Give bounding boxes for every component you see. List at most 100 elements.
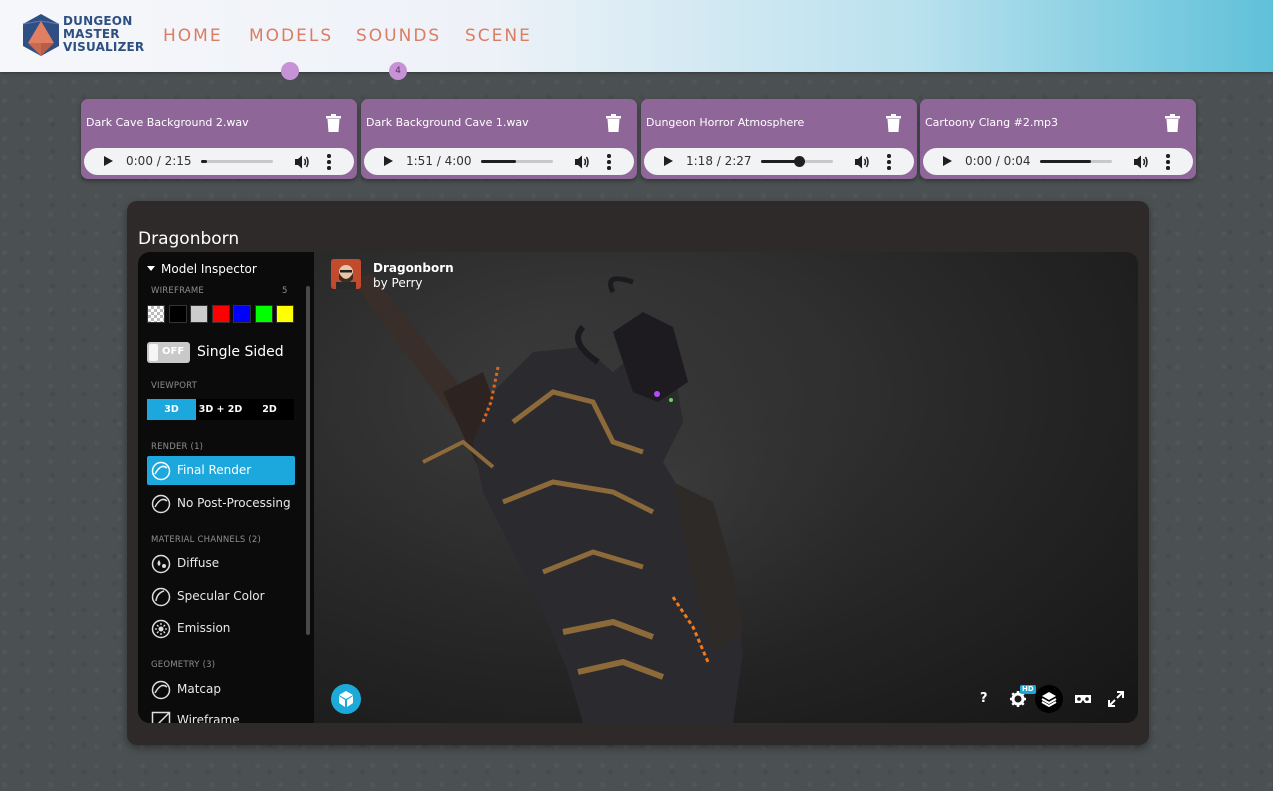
volume-icon[interactable] — [854, 154, 870, 170]
wireframe-color-swatch[interactable] — [254, 305, 273, 323]
audio-seek-knob[interactable] — [794, 156, 806, 167]
fullscreen-icon[interactable] — [1106, 689, 1126, 709]
render-sphere-icon — [151, 461, 171, 481]
volume-icon[interactable] — [294, 154, 310, 170]
sound-title: Dark Background Cave 1.wav — [366, 116, 529, 129]
material-diffuse[interactable]: Diffuse — [147, 549, 295, 578]
render-section-label: RENDER (1) — [151, 442, 204, 452]
viewport-3d-2d-button[interactable]: 3D + 2D — [196, 399, 245, 420]
model-viewer[interactable]: Model Inspector WIREFRAME 5 OFF Single S… — [138, 252, 1138, 723]
play-icon[interactable] — [384, 156, 393, 166]
material-section-label: MATERIAL CHANNELS (2) — [151, 535, 262, 545]
material-emission[interactable]: Emission — [147, 614, 295, 643]
navbar: DUNGEON MASTER VISUALIZER HOME MODELS SO… — [0, 0, 1273, 72]
viewport-3d-button[interactable]: 3D — [147, 399, 196, 420]
render-no-post-processing[interactable]: No Post-Processing — [147, 489, 295, 518]
wireframe-color-swatch[interactable] — [190, 305, 208, 323]
play-icon[interactable] — [104, 156, 113, 166]
hd-badge: HD — [1020, 685, 1036, 694]
logo-wordmark: DUNGEON MASTER VISUALIZER — [63, 14, 145, 54]
wireframe-color-swatch[interactable] — [147, 305, 165, 323]
nav-scene[interactable]: SCENE — [465, 26, 532, 46]
matcap-sphere-icon — [151, 680, 171, 700]
more-options-icon[interactable] — [887, 154, 891, 170]
vr-headset-icon[interactable] — [1073, 689, 1093, 709]
material-specular-color[interactable]: Specular Color — [147, 582, 295, 611]
wireframe-color-swatch[interactable] — [211, 305, 230, 323]
viewport-2d-button[interactable]: 2D — [245, 399, 294, 420]
volume-icon[interactable] — [1133, 154, 1149, 170]
delete-sound-trash-icon[interactable] — [1165, 114, 1180, 132]
sound-card: Dungeon Horror Atmosphere 1:18 / 2:27 — [641, 99, 917, 179]
single-sided-label: Single Sided — [197, 344, 284, 360]
sound-card: Dark Cave Background 2.wav 0:00 / 2:15 — [81, 99, 357, 179]
delete-sound-trash-icon[interactable] — [326, 114, 341, 132]
model-inspector-panel: Model Inspector WIREFRAME 5 OFF Single S… — [138, 252, 314, 723]
play-icon[interactable] — [943, 156, 952, 166]
delete-sound-trash-icon[interactable] — [606, 114, 621, 132]
model-author[interactable]: by Perry — [373, 276, 422, 290]
sound-card: Dark Background Cave 1.wav 1:51 / 4:00 — [361, 99, 637, 179]
audio-seek-bar[interactable] — [1040, 160, 1112, 163]
geometry-matcap[interactable]: Matcap — [147, 675, 295, 704]
specular-sphere-icon — [151, 587, 171, 607]
audio-seek-bar[interactable] — [481, 160, 553, 163]
audio-player[interactable]: 1:51 / 4:00 — [364, 148, 634, 175]
geometry-wireframe[interactable]: Wireframe — [147, 706, 295, 723]
model-card: Dragonborn Model Inspector WIREFRAME 5 O… — [127, 201, 1149, 745]
toggle-knob — [149, 344, 158, 361]
audio-player[interactable]: 1:18 / 2:27 — [644, 148, 914, 175]
audio-progress-fill — [1040, 160, 1092, 163]
wireframe-section-label: WIREFRAME — [151, 286, 204, 296]
sounds-count-badge: 4 — [389, 62, 407, 80]
audio-time: 0:00 / 0:04 — [965, 154, 1031, 168]
model-name[interactable]: Dragonborn — [373, 261, 454, 275]
caret-down-icon — [147, 266, 155, 271]
model-render[interactable] — [313, 252, 1138, 723]
author-avatar[interactable] — [331, 259, 361, 289]
wireframe-square-icon — [151, 711, 171, 723]
audio-progress-fill — [201, 160, 207, 163]
audio-player[interactable]: 0:00 / 2:15 — [84, 148, 354, 175]
sound-card: Cartoony Clang #2.mp3 0:00 / 0:04 — [920, 99, 1196, 179]
viewport-section-label: VIEWPORT — [151, 381, 197, 391]
play-icon[interactable] — [664, 156, 673, 166]
models-active-indicator — [281, 62, 299, 80]
nav-sounds[interactable]: SOUNDS — [356, 26, 441, 46]
inspector-header[interactable]: Model Inspector — [147, 262, 257, 276]
wireframe-color-swatch[interactable] — [168, 305, 187, 323]
more-options-icon[interactable] — [1166, 154, 1170, 170]
single-sided-toggle[interactable]: OFF — [147, 342, 190, 363]
delete-sound-trash-icon[interactable] — [886, 114, 901, 132]
diffuse-drops-icon — [151, 554, 171, 574]
audio-seek-bar[interactable] — [201, 160, 273, 163]
wireframe-color-swatch[interactable] — [233, 305, 251, 323]
render-sphere-icon — [151, 494, 171, 514]
audio-time: 0:00 / 2:15 — [126, 154, 192, 168]
inspector-scrollbar[interactable] — [306, 286, 310, 635]
layers-icon — [1041, 692, 1057, 708]
nav-models[interactable]: MODELS — [249, 26, 333, 46]
audio-seek-bar[interactable] — [761, 156, 833, 167]
sketchfab-logo-icon[interactable] — [331, 684, 361, 714]
more-options-icon[interactable] — [327, 154, 331, 170]
layers-button[interactable] — [1035, 685, 1063, 713]
wireframe-count: 5 — [282, 286, 288, 296]
nav-home[interactable]: HOME — [163, 26, 223, 46]
d20-dice-icon — [22, 14, 60, 56]
geometry-section-label: GEOMETRY (3) — [151, 660, 216, 670]
audio-progress-fill — [481, 160, 517, 163]
render-final-render[interactable]: Final Render — [147, 456, 295, 485]
app-logo[interactable]: DUNGEON MASTER VISUALIZER — [21, 13, 144, 59]
wireframe-color-swatch[interactable] — [276, 305, 294, 323]
sound-title: Dark Cave Background 2.wav — [86, 116, 249, 129]
model-title: Dragonborn — [138, 229, 240, 249]
more-options-icon[interactable] — [607, 154, 611, 170]
volume-icon[interactable] — [574, 154, 590, 170]
audio-player[interactable]: 0:00 / 0:04 — [923, 148, 1193, 175]
audio-time: 1:18 / 2:27 — [686, 154, 752, 168]
help-button[interactable]: ? — [980, 691, 988, 706]
author-portrait-icon — [331, 259, 361, 289]
sound-title: Cartoony Clang #2.mp3 — [925, 116, 1059, 129]
toggle-state: OFF — [162, 346, 185, 357]
